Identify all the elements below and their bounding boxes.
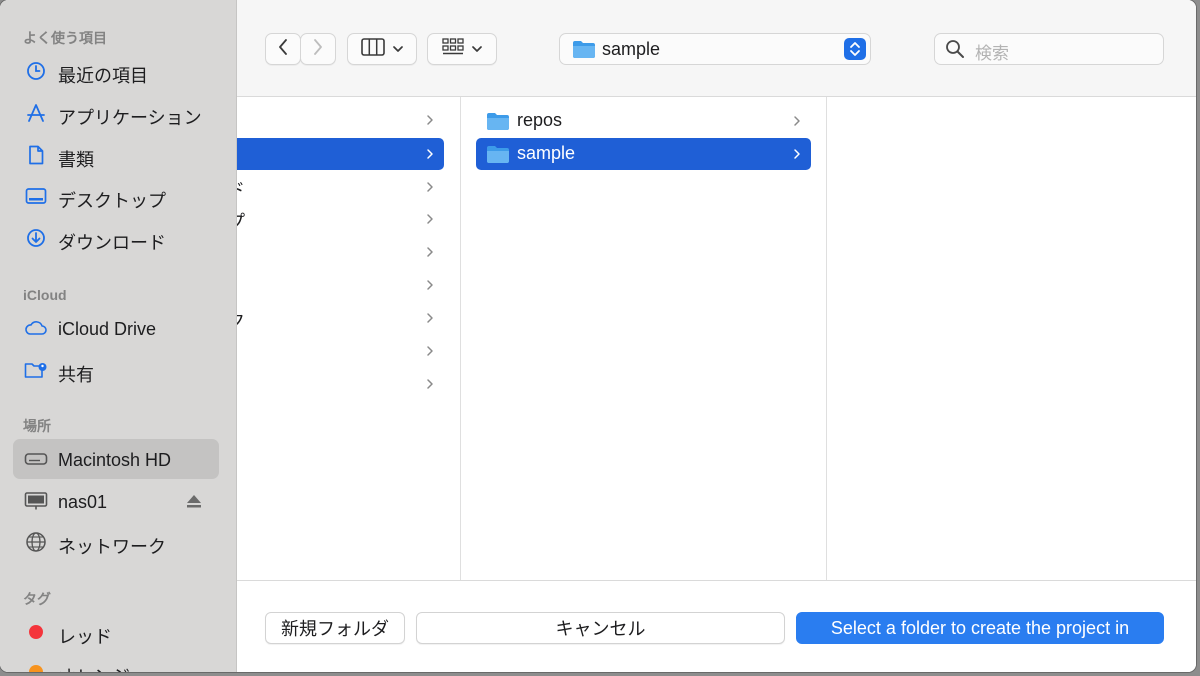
folder-row-label: repos (517, 110, 563, 130)
new-folder-button[interactable]: 新規フォルダ (265, 612, 405, 644)
list-item[interactable] (237, 368, 444, 400)
list-item[interactable] (237, 104, 444, 136)
sidebar-item-tag-orange[interactable]: オレンジ (13, 652, 219, 672)
sidebar-item-label: ネットワーク (58, 537, 166, 557)
search-icon (945, 39, 965, 64)
sidebar-item-label: iCloud Drive (58, 319, 157, 339)
open-dialog-window: よく使う項目 最近の項目 アプリケーション 書類 デスクトップ ダウンロード i… (0, 0, 1196, 672)
list-item[interactable]: ーク (237, 302, 444, 334)
red-tag-dot-icon (24, 622, 48, 642)
folder-row-sample[interactable]: sample (476, 138, 811, 170)
chevron-right-icon (425, 310, 435, 326)
chevron-right-icon (792, 113, 802, 129)
chevron-right-icon (425, 146, 435, 162)
updown-chevron-icon (844, 38, 866, 60)
sidebar-item-label: 共有 (58, 365, 94, 385)
app-store-icon (24, 103, 48, 123)
list-item-selected[interactable] (237, 138, 444, 170)
drive-icon (24, 449, 48, 469)
list-item[interactable] (237, 335, 444, 367)
column-browser: ード ップ ー ーク (237, 97, 1196, 580)
path-popup[interactable]: sample (559, 33, 871, 65)
icloud-heading: iCloud (23, 287, 67, 303)
sidebar-item-desktop[interactable]: デスクトップ (13, 176, 219, 216)
document-icon (24, 145, 48, 165)
list-item[interactable]: ード (237, 171, 444, 203)
eject-icon[interactable] (185, 493, 203, 509)
sidebar-item-nas01[interactable]: nas01 (13, 481, 219, 521)
list-item-label-fragment: ーク (237, 307, 245, 333)
list-item[interactable]: ー (237, 236, 444, 268)
forward-button[interactable] (300, 33, 336, 65)
select-folder-button[interactable]: Select a folder to create the project in (796, 612, 1164, 644)
list-item-label-fragment: ード (237, 176, 245, 202)
monitor-icon (24, 491, 48, 511)
sidebar-item-icloud-drive[interactable]: iCloud Drive (13, 308, 219, 348)
list-item-label-fragment: ップ (237, 208, 245, 234)
list-item[interactable] (237, 269, 444, 301)
sidebar-item-shared[interactable]: 共有 (13, 350, 219, 390)
sidebar-item-recents[interactable]: 最近の項目 (13, 51, 219, 91)
sidebar-item-label: 書類 (58, 150, 94, 170)
column-1: ード ップ ー ーク (237, 97, 461, 580)
chevron-right-icon (425, 376, 435, 392)
sidebar-item-downloads[interactable]: ダウンロード (13, 218, 219, 258)
sidebar-item-label: アプリケーション (58, 108, 202, 128)
sidebar-item-applications[interactable]: アプリケーション (13, 93, 219, 133)
folder-icon (486, 111, 510, 136)
sidebar-item-label: デスクトップ (58, 191, 166, 211)
column-view-icon (361, 37, 385, 61)
sidebar-item-label: レッド (58, 627, 112, 647)
folder-icon (486, 144, 510, 169)
search-placeholder: 検索 (975, 44, 1009, 63)
folder-row-label: sample (517, 143, 576, 163)
chevron-down-icon (393, 40, 403, 58)
cloud-icon (24, 318, 48, 338)
chevron-left-icon (278, 38, 288, 60)
desktop-icon (24, 186, 48, 206)
path-label: sample (602, 39, 661, 59)
sidebar-item-documents[interactable]: 書類 (13, 135, 219, 175)
search-field[interactable]: 検索 (934, 33, 1164, 65)
chevron-right-icon (425, 211, 435, 227)
sidebar-item-macintosh-hd[interactable]: Macintosh HD (13, 439, 219, 479)
chevron-down-icon (472, 40, 482, 58)
orange-tag-dot-icon (24, 662, 48, 672)
sidebar: よく使う項目 最近の項目 アプリケーション 書類 デスクトップ ダウンロード i… (0, 0, 237, 672)
chevron-right-icon (425, 112, 435, 128)
tags-heading: タグ (23, 591, 51, 607)
column-2: repos sample (461, 97, 827, 580)
toolbar: sample 検索 (237, 0, 1196, 97)
group-button[interactable] (427, 33, 497, 65)
view-mode-button[interactable] (347, 33, 417, 65)
folder-row-repos[interactable]: repos (476, 105, 811, 137)
sidebar-item-label: nas01 (58, 492, 108, 512)
chevron-right-icon (425, 179, 435, 195)
chevron-right-icon (425, 343, 435, 359)
cancel-button[interactable]: キャンセル (416, 612, 785, 644)
list-item[interactable]: ップ (237, 203, 444, 235)
globe-icon (24, 532, 48, 552)
bottom-bar: 新規フォルダ キャンセル Select a folder to create t… (237, 580, 1196, 672)
clock-icon (24, 61, 48, 81)
sidebar-item-tag-red[interactable]: レッド (13, 612, 219, 652)
back-button[interactable] (265, 33, 301, 65)
sidebar-item-label: 最近の項目 (58, 66, 148, 86)
folder-icon (572, 39, 596, 64)
download-icon (24, 228, 48, 248)
grid-icon (442, 37, 464, 61)
chevron-right-icon (313, 38, 323, 60)
sidebar-item-label: オレンジ (58, 663, 130, 672)
sidebar-item-network[interactable]: ネットワーク (13, 522, 219, 562)
locations-heading: 場所 (23, 418, 51, 434)
chevron-right-icon (425, 277, 435, 293)
chevron-right-icon (792, 146, 802, 162)
favorites-heading: よく使う項目 (23, 30, 107, 46)
column-3 (827, 97, 1196, 580)
shared-folder-icon (24, 360, 48, 380)
sidebar-item-label: ダウンロード (58, 233, 166, 253)
chevron-right-icon (425, 244, 435, 260)
sidebar-item-label: Macintosh HD (58, 450, 172, 470)
